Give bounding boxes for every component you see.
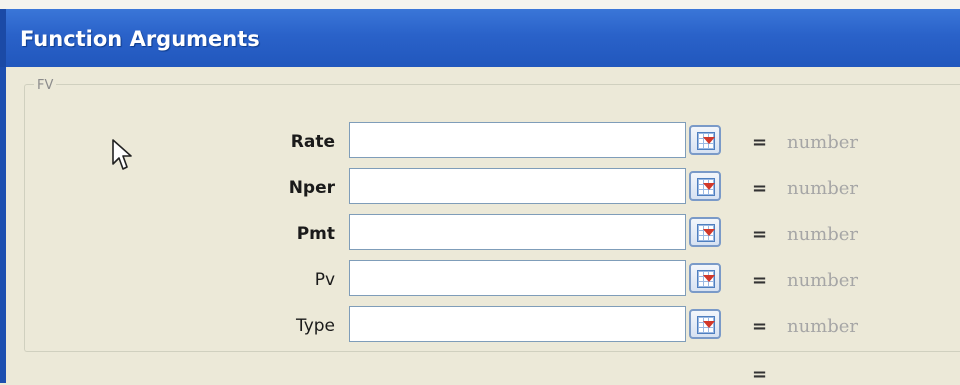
window-top-strip [0,0,960,9]
argument-label-pv: Pv [314,270,335,290]
rate-input[interactable] [349,122,686,158]
argument-label-rate: Rate [290,132,335,152]
argument-result-rate: number [787,132,859,153]
argument-result-type: number [787,316,859,337]
red-arrow-icon [703,229,715,236]
argument-row-pmt: Pmt = number [0,214,960,254]
collapse-dialog-icon[interactable] [689,217,721,247]
red-arrow-icon [703,137,715,144]
argument-row-rate: Rate = number [0,122,960,162]
argument-result-nper: number [787,178,859,199]
function-name-legend: FV [34,78,57,93]
collapse-dialog-icon[interactable] [689,171,721,201]
pmt-input[interactable] [349,214,686,250]
argument-label-nper: Nper [288,178,335,198]
red-arrow-icon [703,183,715,190]
title-bar[interactable]: Function Arguments [0,9,960,67]
mouse-pointer-icon [112,139,132,170]
equals-sign: = [752,178,768,199]
window-title: Function Arguments [20,27,260,51]
equals-sign: = [752,132,768,153]
collapse-dialog-icon[interactable] [689,263,721,293]
formula-result-equals: = [752,364,768,385]
equals-sign: = [752,270,768,291]
collapse-dialog-icon[interactable] [689,309,721,339]
pv-input[interactable] [349,260,686,296]
argument-row-type: Type = number [0,306,960,346]
argument-result-pmt: number [787,224,859,245]
red-arrow-icon [703,275,715,282]
collapse-dialog-icon[interactable] [689,125,721,155]
argument-result-pv: number [787,270,859,291]
argument-label-type: Type [295,316,335,336]
equals-sign: = [752,316,768,337]
equals-sign: = [752,224,768,245]
argument-row-nper: Nper = number [0,168,960,208]
type-input[interactable] [349,306,686,342]
argument-row-pv: Pv = number [0,260,960,300]
argument-label-pmt: Pmt [296,224,335,244]
nper-input[interactable] [349,168,686,204]
red-arrow-icon [703,321,715,328]
